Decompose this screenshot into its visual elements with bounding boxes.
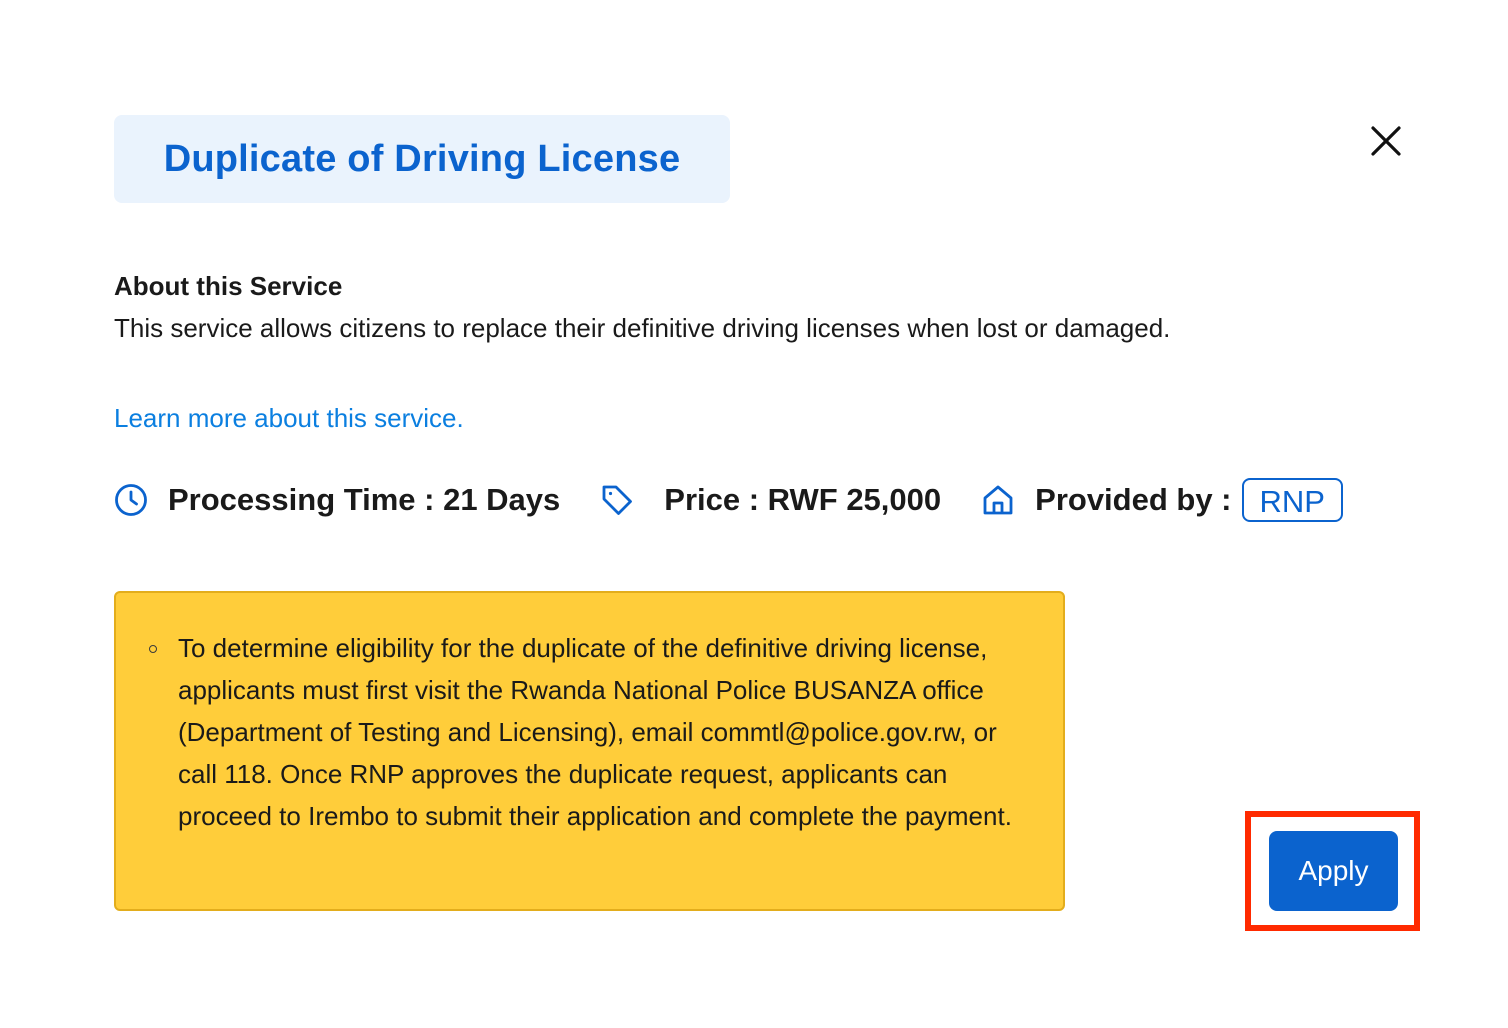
processing-time-label: Processing Time : 21 Days	[168, 482, 561, 517]
close-button[interactable]	[1364, 119, 1408, 163]
home-icon	[981, 483, 1015, 517]
about-description: This service allows citizens to replace …	[114, 313, 1171, 343]
clock-icon	[114, 483, 148, 517]
bullet-icon	[149, 645, 157, 653]
provider: Provided by : RNP	[981, 478, 1343, 522]
eligibility-notice: To determine eligibility for the duplica…	[114, 591, 1065, 911]
about-heading: About this Service	[114, 271, 343, 301]
service-meta-row: Processing Time : 21 Days Price : RWF 25…	[114, 476, 1343, 524]
apply-button[interactable]: Apply	[1269, 831, 1398, 911]
title-chip: Duplicate of Driving License	[114, 115, 730, 203]
price-label: Price : RWF 25,000	[664, 482, 942, 517]
processing-time: Processing Time : 21 Days	[114, 482, 560, 518]
notice-item: To determine eligibility for the duplica…	[178, 633, 1012, 831]
close-icon[interactable]	[1370, 125, 1402, 157]
price-tag-icon	[600, 483, 634, 517]
provider-label: Provided by :	[1035, 482, 1232, 517]
provider-badge[interactable]: RNP	[1241, 478, 1343, 522]
price: Price : RWF 25,000	[600, 482, 941, 518]
modal-title: Duplicate of Driving License	[163, 137, 681, 180]
learn-more-link[interactable]: Learn more about this service.	[114, 403, 464, 434]
